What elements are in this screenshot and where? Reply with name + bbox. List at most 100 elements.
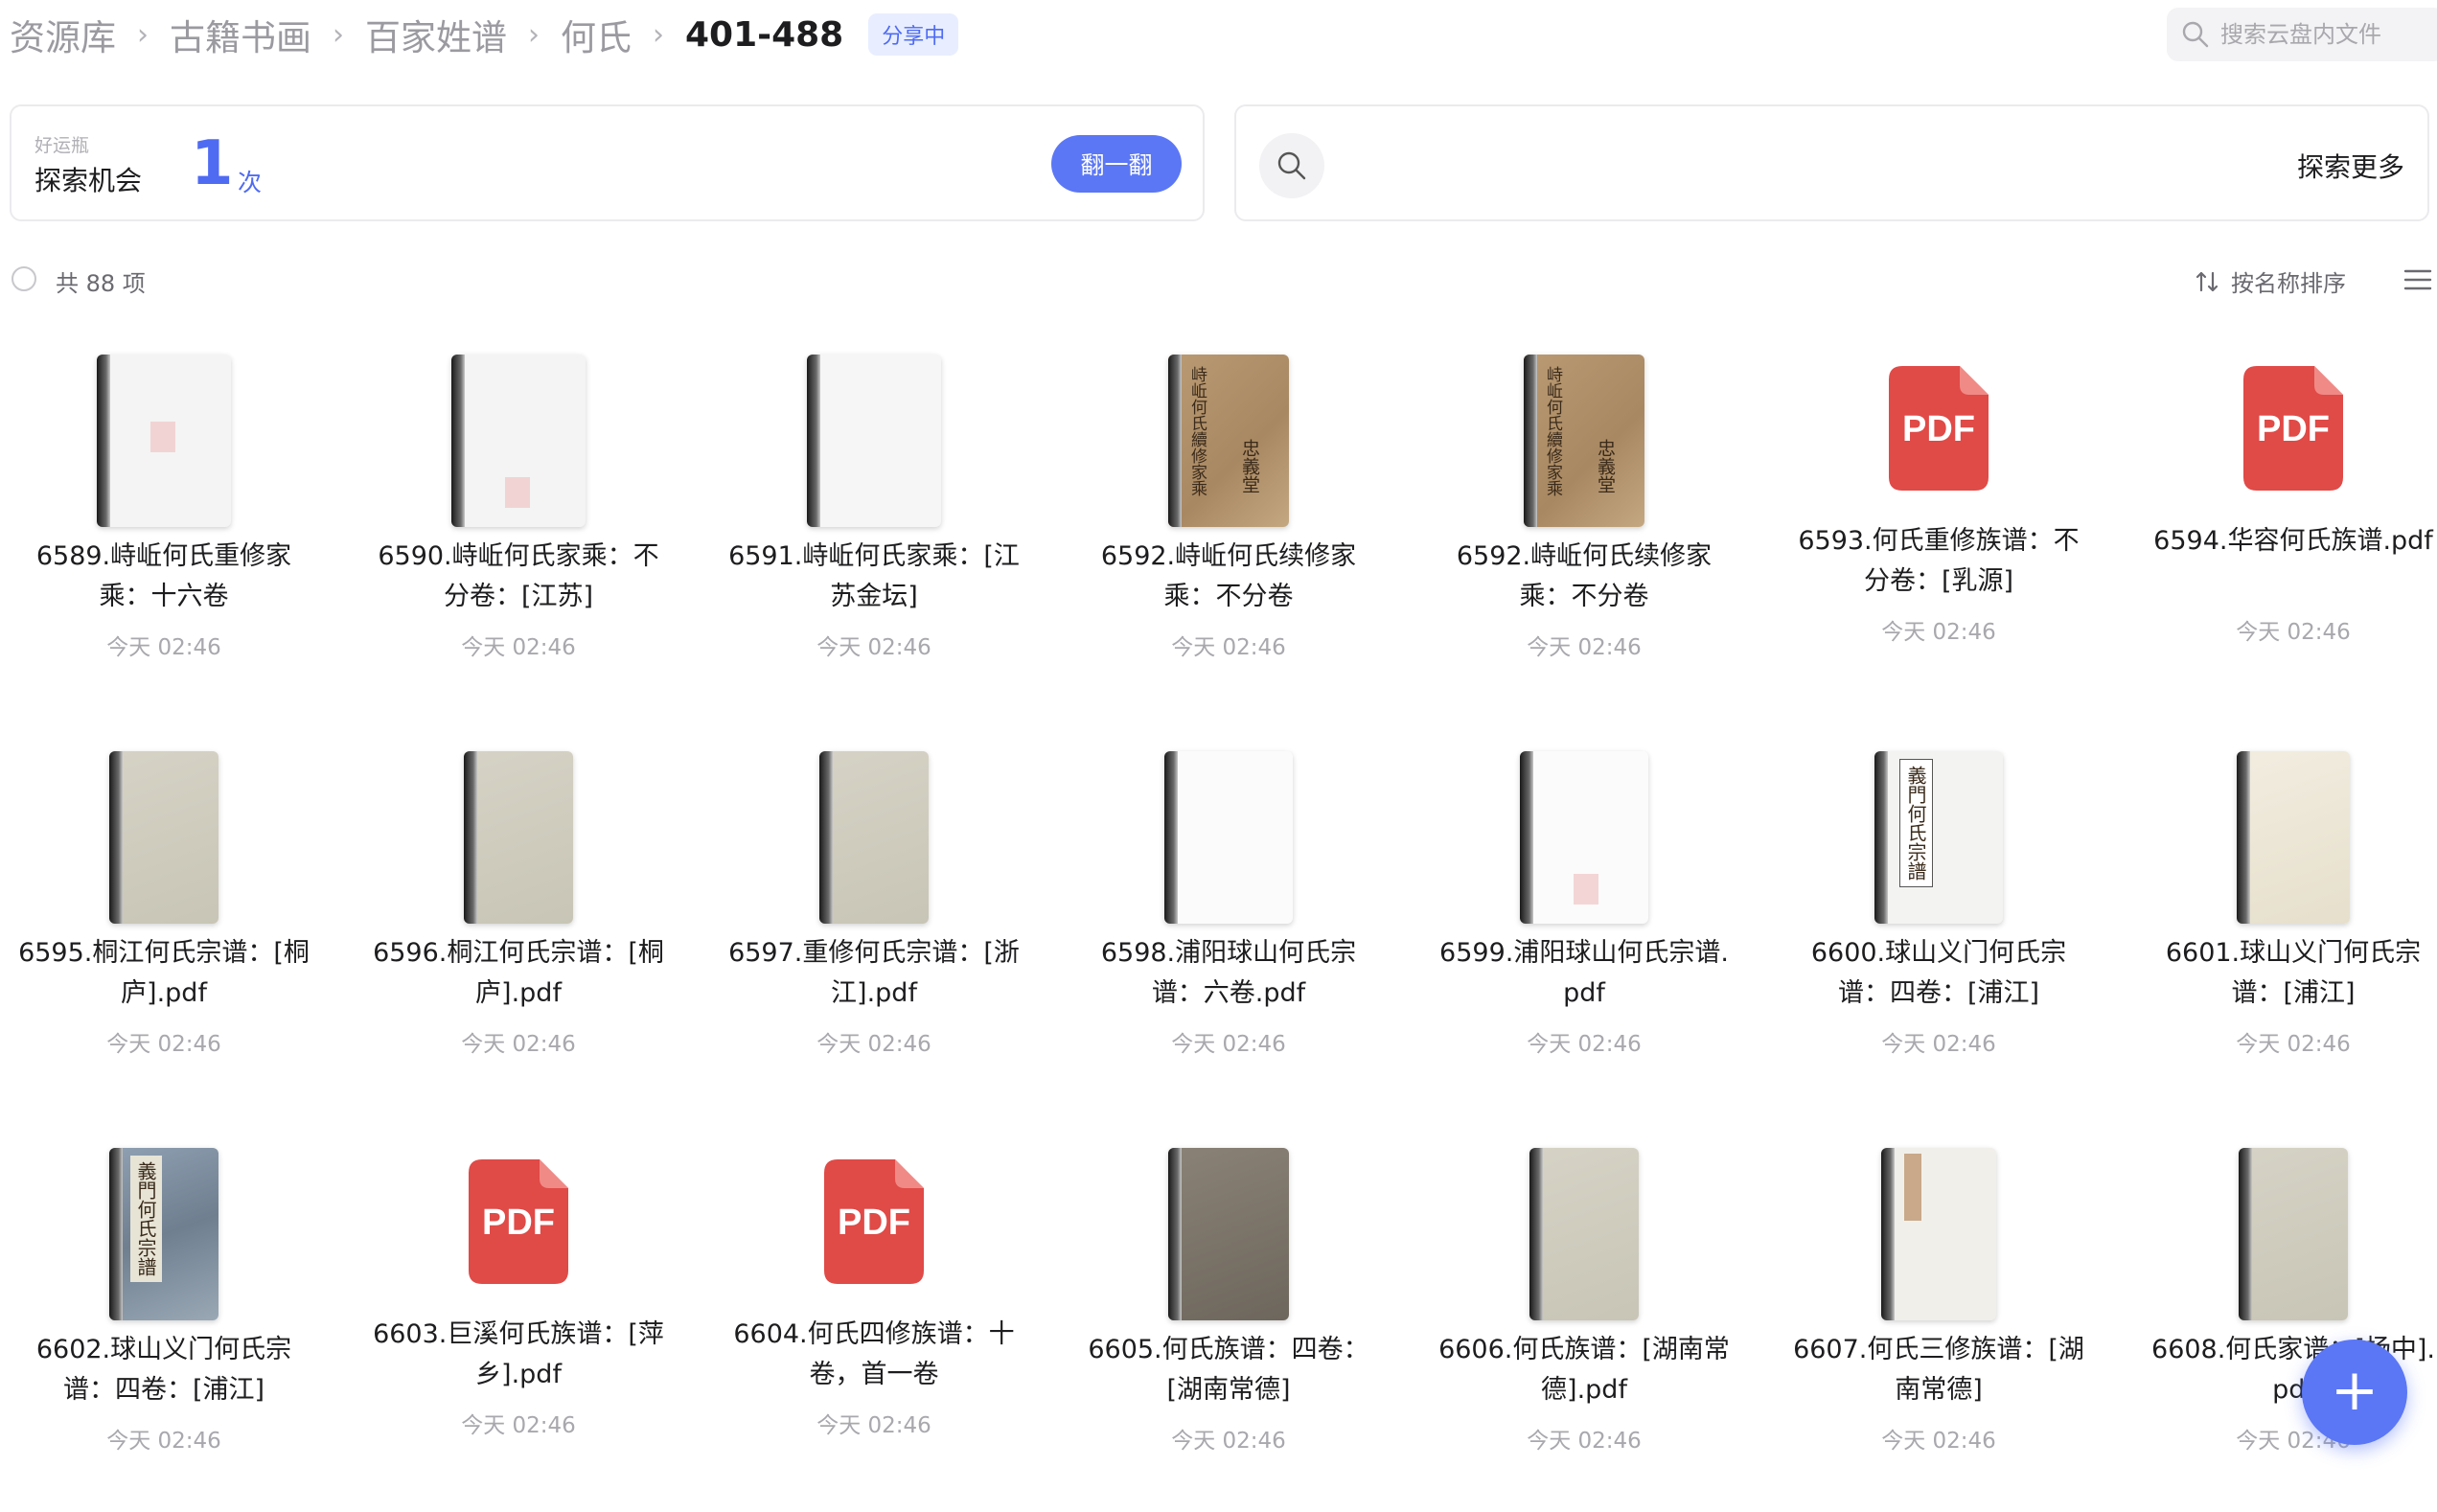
breadcrumb-item-resources[interactable]: 资源库 xyxy=(10,9,116,60)
file-thumbnail[interactable] xyxy=(2135,751,2437,933)
file-name[interactable]: 6597.重修何氏宗谱：[浙江].pdf xyxy=(725,933,1023,1014)
breadcrumb-separator: › xyxy=(333,17,344,52)
file-tile[interactable]: 6598.浦阳球山何氏宗谱：六卷.pdf 今天 02:46 xyxy=(1070,751,1387,1115)
file-tile[interactable]: 6590.峙岴何氏家乘：不分卷：[江苏] 今天 02:46 xyxy=(360,355,677,719)
file-tile[interactable]: PDF 6593.何氏重修族谱：不分卷：[乳源] 今天 02:46 xyxy=(1781,355,2097,719)
file-thumbnail[interactable] xyxy=(6,355,322,537)
file-tile[interactable]: 6596.桐江何氏宗谱：[桐庐].pdf 今天 02:46 xyxy=(360,751,677,1115)
file-thumbnail[interactable]: 峙岴何氏續修家乘 忠義堂 xyxy=(1070,355,1387,537)
file-tile[interactable]: PDF 6594.华容何氏族谱.pdf 今天 02:46 xyxy=(2135,355,2437,719)
file-name[interactable]: 6593.何氏重修族谱：不分卷：[乳源] xyxy=(1790,521,2087,602)
file-thumbnail[interactable] xyxy=(1426,1148,1742,1330)
file-tile[interactable]: 義門何氏宗譜 6600.球山义门何氏宗谱：四卷：[浦江] 今天 02:46 xyxy=(1781,751,2097,1115)
cover-title-text: 峙岴何氏續修家乘 xyxy=(1543,366,1562,496)
file-thumbnail[interactable] xyxy=(360,751,677,933)
file-name[interactable]: 6598.浦阳球山何氏宗谱：六卷.pdf xyxy=(1080,933,1377,1014)
file-name[interactable]: 6592.峙岴何氏续修家乘：不分卷 xyxy=(1436,537,1733,617)
file-name[interactable]: 6603.巨溪何氏族谱：[萍乡].pdf xyxy=(370,1315,667,1395)
file-modified-time: 今天 02:46 xyxy=(461,1032,576,1057)
file-modified-time: 今天 02:46 xyxy=(816,635,931,660)
file-tile[interactable]: 6607.何氏三修族谱：[湖南常德] 今天 02:46 xyxy=(1781,1148,2097,1512)
pdf-file-icon: PDF xyxy=(824,1159,924,1284)
breadcrumb-item-ancient-books[interactable]: 古籍书画 xyxy=(170,9,311,60)
file-tile[interactable]: 6599.浦阳球山何氏宗谱.pdf 今天 02:46 xyxy=(1426,751,1742,1115)
file-thumbnail[interactable]: PDF xyxy=(360,1148,677,1330)
file-thumbnail[interactable] xyxy=(1070,751,1387,933)
file-modified-time: 今天 02:46 xyxy=(1527,635,1642,660)
file-tile[interactable]: 6595.桐江何氏宗谱：[桐庐].pdf 今天 02:46 xyxy=(6,751,322,1115)
file-tile[interactable]: 峙岴何氏續修家乘 忠義堂 6592.峙岴何氏续修家乘：不分卷今天 02:46 xyxy=(1426,355,1742,719)
file-name[interactable]: 6596.桐江何氏宗谱：[桐庐].pdf xyxy=(370,933,667,1014)
file-name[interactable]: 6606.何氏族谱：[湖南常德].pdf xyxy=(1436,1330,1733,1410)
file-tile[interactable]: PDF 6603.巨溪何氏族谱：[萍乡].pdf 今天 02:46 xyxy=(360,1148,677,1512)
flip-button[interactable]: 翻一翻 xyxy=(1051,135,1182,193)
file-name[interactable]: 6600.球山义门何氏宗谱：四卷：[浦江] xyxy=(1790,933,2087,1014)
chance-unit: 次 xyxy=(238,169,263,196)
search-input[interactable] xyxy=(2219,20,2433,49)
file-thumbnail[interactable] xyxy=(1426,751,1742,933)
breadcrumb-item-he[interactable]: 何氏 xyxy=(561,9,632,60)
book-cover-image: 峙岴何氏續修家乘 忠義堂 xyxy=(1168,355,1289,527)
file-modified-time: 今天 02:46 xyxy=(461,635,576,660)
file-tile[interactable]: 6601.球山义门何氏宗谱：[浦江] 今天 02:46 xyxy=(2135,751,2437,1115)
book-cover-image xyxy=(97,355,231,527)
sort-by-name-button[interactable]: 按名称排序 xyxy=(2195,264,2346,298)
file-tile[interactable]: 義門何氏宗譜 6602.球山义门何氏宗谱：四卷：[浦江] 今天 02:46 xyxy=(6,1148,322,1512)
file-thumbnail[interactable]: 峙岴何氏續修家乘 忠義堂 xyxy=(1426,355,1742,537)
file-tile[interactable]: 6591.峙岴何氏家乘：[江苏金坛] 今天 02:46 xyxy=(716,355,1032,719)
explore-more-link[interactable]: 探索更多 xyxy=(2297,147,2404,185)
add-button[interactable]: + xyxy=(2302,1340,2407,1445)
file-thumbnail[interactable] xyxy=(6,751,322,933)
file-name[interactable]: 6602.球山义门何氏宗谱：四卷：[浦江] xyxy=(15,1330,312,1410)
file-name[interactable]: 6605.何氏族谱：四卷：[湖南常德] xyxy=(1080,1330,1377,1410)
file-thumbnail[interactable] xyxy=(1070,1148,1387,1330)
file-thumbnail[interactable] xyxy=(2135,1148,2437,1330)
explore-search-icon[interactable] xyxy=(1259,133,1324,198)
file-thumbnail[interactable]: PDF xyxy=(716,1148,1032,1330)
file-thumbnail[interactable] xyxy=(716,751,1032,933)
cover-subtitle-text: 忠義堂 xyxy=(1239,439,1260,493)
explore-card[interactable]: 探索更多 xyxy=(1234,104,2429,221)
file-modified-time: 今天 02:46 xyxy=(1171,1429,1286,1454)
book-cover-image xyxy=(1164,751,1293,924)
select-all-checkbox[interactable] xyxy=(11,266,36,291)
file-thumbnail[interactable] xyxy=(1781,1148,2097,1330)
file-name[interactable]: 6599.浦阳球山何氏宗谱.pdf xyxy=(1436,933,1733,1014)
file-thumbnail[interactable]: PDF xyxy=(1781,355,2097,537)
file-tile[interactable]: 6605.何氏族谱：四卷：[湖南常德] 今天 02:46 xyxy=(1070,1148,1387,1512)
file-tile[interactable]: 6606.何氏族谱：[湖南常德].pdf 今天 02:46 xyxy=(1426,1148,1742,1512)
file-modified-time: 今天 02:46 xyxy=(816,1413,931,1438)
file-thumbnail[interactable] xyxy=(360,355,677,537)
file-name[interactable]: 6589.峙岴何氏重修家乘：十六卷 xyxy=(15,537,312,617)
file-tile[interactable]: 6589.峙岴何氏重修家乘：十六卷 今天 02:46 xyxy=(6,355,322,719)
file-tile[interactable]: 6608.何氏家谱：[扬中].pdf 今天 02:46 xyxy=(2135,1148,2437,1512)
file-tile[interactable]: 6597.重修何氏宗谱：[浙江].pdf 今天 02:46 xyxy=(716,751,1032,1115)
book-cover-image xyxy=(1520,751,1648,924)
book-cover-image xyxy=(2239,1148,2348,1320)
file-name[interactable]: 6592.峙岴何氏续修家乘：不分卷 xyxy=(1080,537,1377,617)
file-thumbnail[interactable]: PDF xyxy=(2135,355,2437,537)
search-box[interactable] xyxy=(2167,8,2437,61)
sort-icon xyxy=(2196,271,2219,291)
file-name[interactable]: 6601.球山义门何氏宗谱：[浦江] xyxy=(2145,933,2437,1014)
file-name[interactable]: 6607.何氏三修族谱：[湖南常德] xyxy=(1790,1330,2087,1410)
file-modified-time: 今天 02:46 xyxy=(106,1032,221,1057)
file-name[interactable]: 6591.峙岴何氏家乘：[江苏金坛] xyxy=(725,537,1023,617)
file-thumbnail[interactable] xyxy=(716,355,1032,537)
lucky-bottle-title: 好运瓶 xyxy=(34,135,90,156)
sharing-badge: 分享中 xyxy=(868,13,959,56)
file-name[interactable]: 6604.何氏四修族谱：十卷，首一卷 xyxy=(725,1315,1023,1395)
breadcrumb-item-surnames[interactable]: 百家姓谱 xyxy=(365,9,507,60)
file-name[interactable]: 6594.华容何氏族谱.pdf xyxy=(2145,521,2437,561)
file-name[interactable]: 6595.桐江何氏宗谱：[桐庐].pdf xyxy=(15,933,312,1014)
book-cover-image: 義門何氏宗譜 xyxy=(1874,751,2003,924)
file-name[interactable]: 6590.峙岴何氏家乘：不分卷：[江苏] xyxy=(370,537,667,617)
file-thumbnail[interactable]: 義門何氏宗譜 xyxy=(6,1148,322,1330)
cover-title-text: 義門何氏宗譜 xyxy=(130,1156,162,1282)
file-thumbnail[interactable]: 義門何氏宗譜 xyxy=(1781,751,2097,933)
file-tile[interactable]: 峙岴何氏續修家乘 忠義堂 6592.峙岴何氏续修家乘：不分卷 今天 02:46 xyxy=(1070,355,1387,719)
cover-title-text: 義門何氏宗譜 xyxy=(1899,759,1933,887)
file-tile[interactable]: PDF 6604.何氏四修族谱：十卷，首一卷今天 02:46 xyxy=(716,1148,1032,1512)
list-view-icon[interactable] xyxy=(2403,268,2432,291)
file-modified-time: 今天 02:46 xyxy=(461,1413,576,1438)
